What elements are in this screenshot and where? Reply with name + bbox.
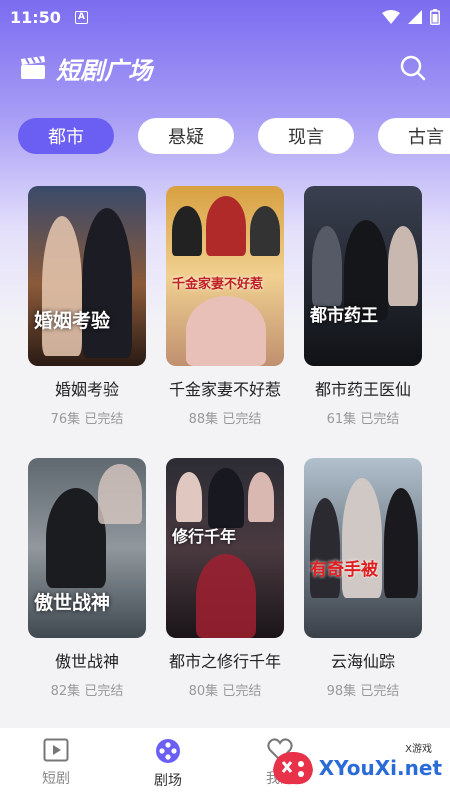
wifi-icon xyxy=(382,10,400,24)
episode-count: 80集 xyxy=(188,684,219,699)
watermark-small: X游戏 xyxy=(405,744,432,755)
drama-poster[interactable]: 都市药王 xyxy=(304,186,422,366)
drama-card[interactable]: 傲世战神 傲世战神 82集 已完结 xyxy=(28,458,146,699)
search-icon xyxy=(400,55,426,81)
episode-count: 61集 xyxy=(326,412,357,427)
tab-xianyan[interactable]: 现言 xyxy=(258,118,354,154)
theater-icon xyxy=(156,739,180,763)
drama-meta: 82集 已完结 xyxy=(28,680,146,699)
tab-guyan[interactable]: 古言 xyxy=(378,118,450,154)
drama-card[interactable]: 修行千年 都市之修行千年 80集 已完结 xyxy=(166,458,284,699)
drama-poster[interactable]: 傲世战神 xyxy=(28,458,146,638)
poster-title: 有奇手被 xyxy=(310,560,378,581)
episode-count: 88集 xyxy=(188,412,219,427)
battery-icon xyxy=(430,9,440,25)
poster-title: 都市药王 xyxy=(310,306,378,327)
status-time: 11:50 xyxy=(10,7,61,27)
drama-status: 已完结 xyxy=(222,412,262,427)
search-button[interactable] xyxy=(396,51,430,85)
drama-meta: 61集 已完结 xyxy=(304,408,422,427)
episode-count: 82集 xyxy=(50,684,81,699)
drama-title: 千金家妻不好惹 xyxy=(168,380,281,399)
app-header: 短剧广场 xyxy=(20,48,430,88)
signal-icon xyxy=(408,10,422,24)
drama-title: 婚姻考验 xyxy=(54,380,119,399)
poster-title: 修行千年 xyxy=(172,527,237,547)
drama-poster[interactable]: 修行千年 xyxy=(166,458,284,638)
watermark: XYouXi.net X游戏 xyxy=(271,744,442,788)
drama-status: 已完结 xyxy=(360,684,400,699)
drama-card[interactable]: 千金家妻不好惹 千金家妻不好惹 88集 已完结 xyxy=(166,186,284,427)
drama-meta: 80集 已完结 xyxy=(166,680,284,699)
drama-card[interactable]: 有奇手被 云海仙踪 98集 已完结 xyxy=(304,458,422,699)
drama-status: 已完结 xyxy=(222,684,262,699)
drama-meta: 76集 已完结 xyxy=(28,408,146,427)
drama-card[interactable]: 婚姻考验 婚姻考验 76集 已完结 xyxy=(28,186,146,427)
episode-count: 76集 xyxy=(50,412,81,427)
tab-dushi[interactable]: 都市 xyxy=(18,118,114,154)
watermark-text: XYouXi.net xyxy=(318,756,442,780)
drama-title: 都市药王医仙 xyxy=(314,380,411,399)
drama-poster[interactable]: 婚姻考验 xyxy=(28,186,146,366)
poster-title: 千金家妻不好惹 xyxy=(172,276,264,292)
drama-title: 云海仙踪 xyxy=(330,652,395,671)
drama-card[interactable]: 都市药王 都市药王医仙 61集 已完结 xyxy=(304,186,422,427)
drama-meta: 98集 已完结 xyxy=(304,680,422,699)
tab-xuanyi[interactable]: 悬疑 xyxy=(138,118,234,154)
drama-status: 已完结 xyxy=(84,412,124,427)
status-bar: 11:50 A xyxy=(0,0,450,34)
drama-poster[interactable]: 千金家妻不好惹 xyxy=(166,186,284,366)
drama-title: 都市之修行千年 xyxy=(168,652,281,671)
notification-icon: A xyxy=(74,10,88,24)
poster-title: 婚姻考验 xyxy=(34,310,111,333)
play-icon xyxy=(43,738,69,762)
nav-label: 剧场 xyxy=(154,773,182,789)
nav-label: 短剧 xyxy=(42,771,70,787)
drama-status: 已完结 xyxy=(360,412,400,427)
episode-count: 98集 xyxy=(326,684,357,699)
status-icons xyxy=(382,9,440,25)
nav-item-theater[interactable]: 剧场 xyxy=(112,728,224,800)
gamepad-logo-icon xyxy=(272,752,313,785)
nav-item-shorts[interactable]: 短剧 xyxy=(0,728,112,800)
clapperboard-icon xyxy=(21,56,45,79)
poster-title: 傲世战神 xyxy=(34,592,111,615)
drama-poster[interactable]: 有奇手被 xyxy=(304,458,422,638)
page-title: 短剧广场 xyxy=(56,56,152,85)
drama-title: 傲世战神 xyxy=(54,652,119,671)
drama-status: 已完结 xyxy=(84,684,124,699)
drama-meta: 88集 已完结 xyxy=(166,408,284,427)
category-tabs: 都市 悬疑 现言 古言 xyxy=(18,118,450,154)
